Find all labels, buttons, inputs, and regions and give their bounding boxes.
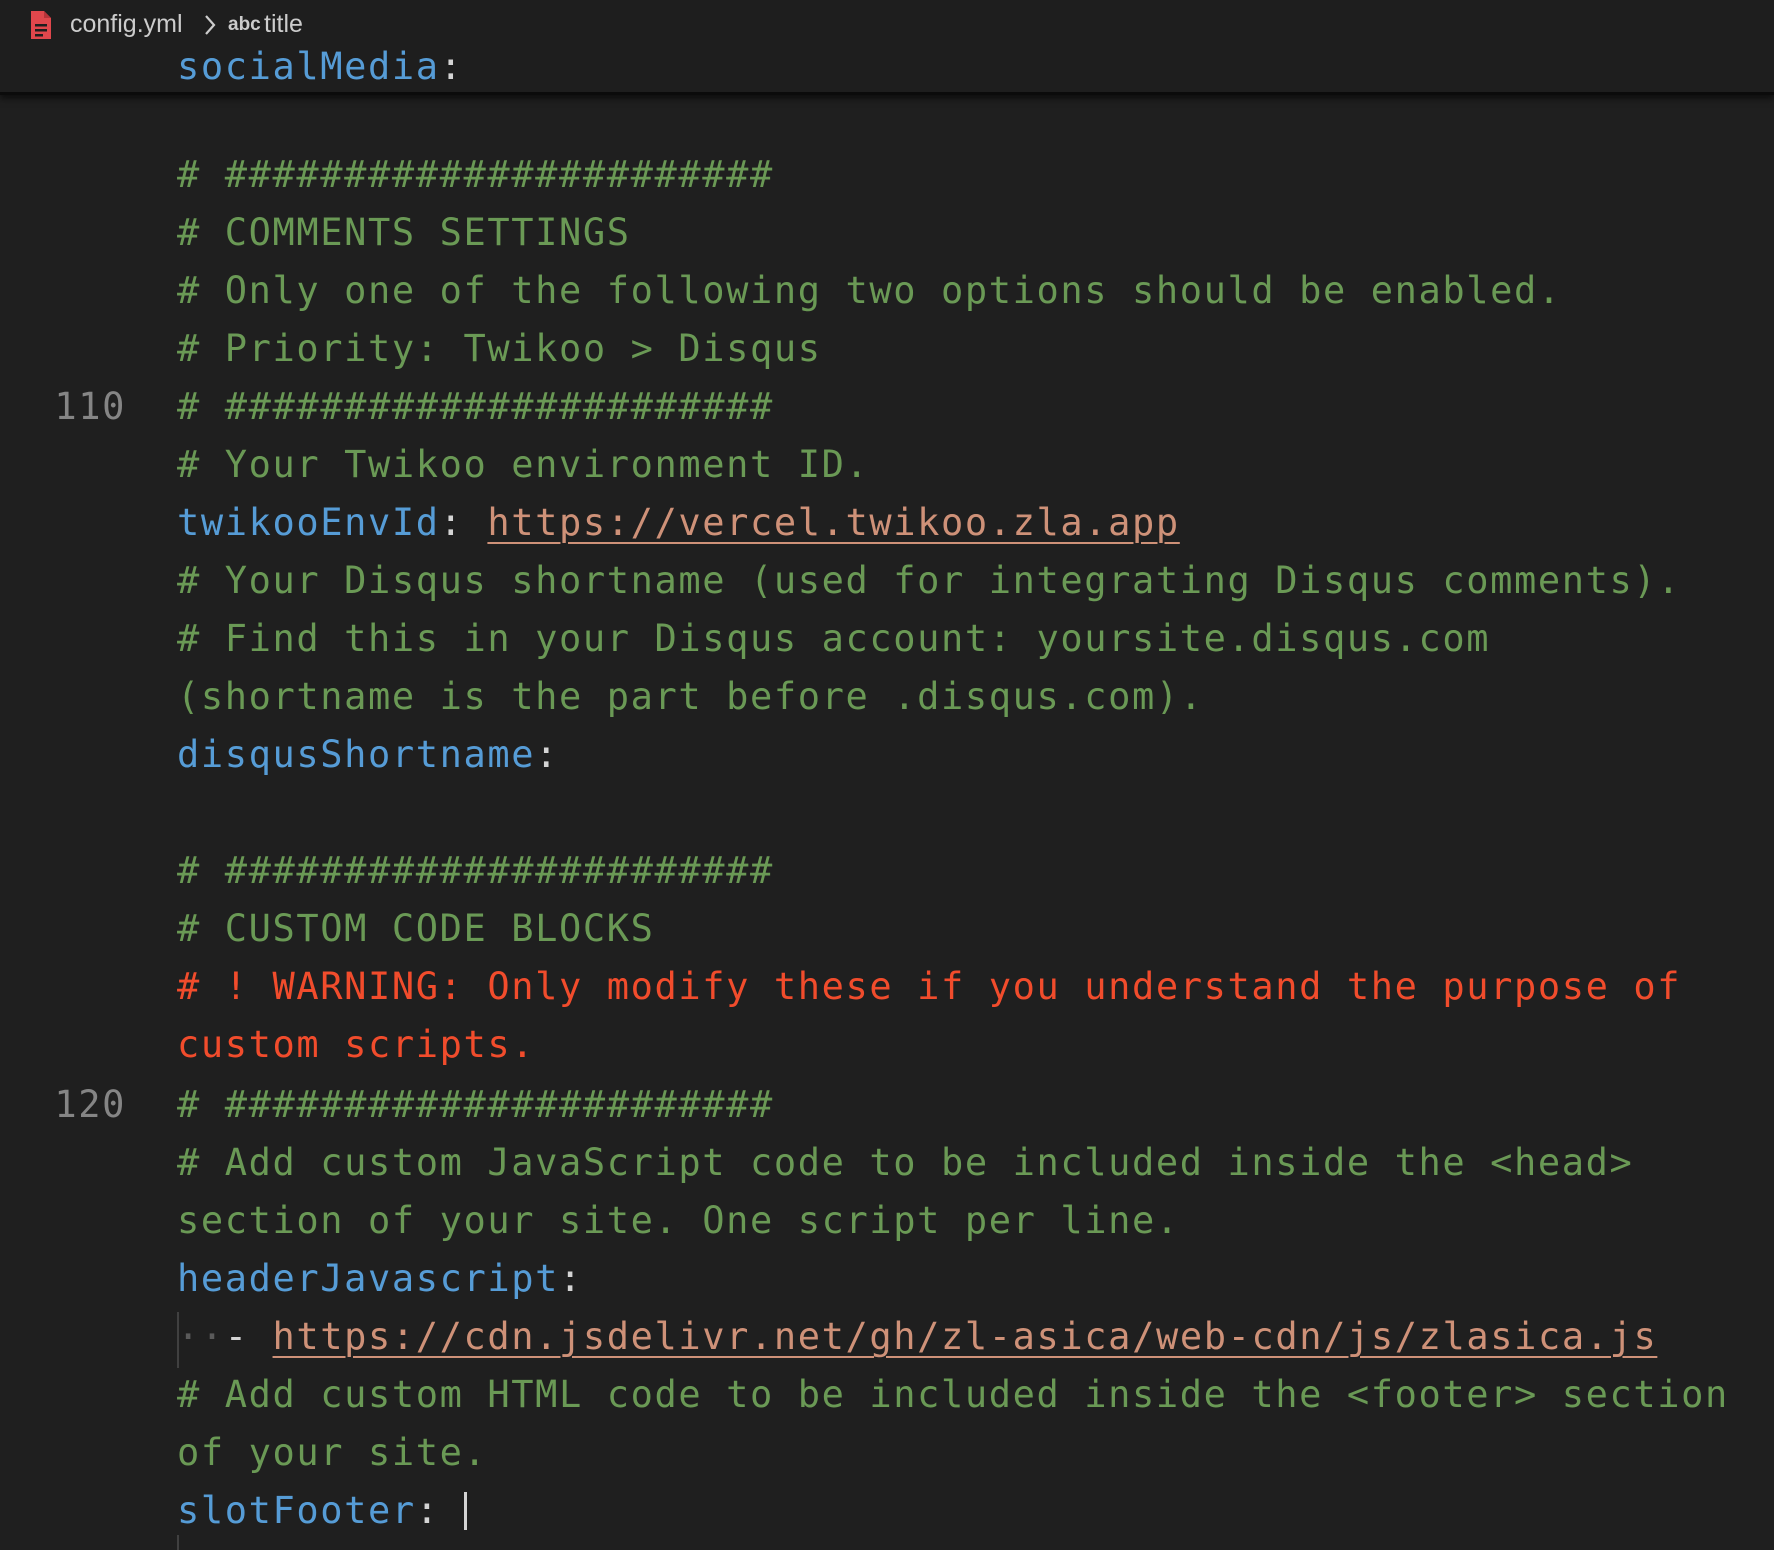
yaml-key: disqusShortname: [177, 733, 536, 776]
code-line-comment[interactable]: # #######################: [177, 382, 774, 432]
code-line-comment[interactable]: # Add custom JavaScript code to be inclu…: [177, 1138, 1633, 1188]
code-line-twikoo[interactable]: twikooEnvId: https://vercel.twikoo.zla.a…: [177, 498, 1180, 548]
code-line-comment-wrap[interactable]: section of your site. One script per lin…: [177, 1196, 1180, 1246]
yaml-colon: :: [439, 501, 488, 544]
indent-guide: [177, 1535, 179, 1550]
code-line-comment[interactable]: # #######################: [177, 150, 774, 200]
yaml-key: slotFooter: [177, 1489, 416, 1532]
yaml-colon: :: [415, 1489, 464, 1532]
code-line-list-item[interactable]: ··- https://cdn.jsdelivr.net/gh/zl-asica…: [177, 1312, 1657, 1362]
yaml-key: headerJavascript: [177, 1257, 560, 1300]
code-line-comment[interactable]: # #######################: [177, 846, 774, 896]
code-line-disqus[interactable]: disqusShortname:: [177, 730, 559, 780]
code-line-comment[interactable]: # Your Disqus shortname (used for integr…: [177, 556, 1681, 606]
code-line-comment[interactable]: # Your Twikoo environment ID.: [177, 440, 869, 490]
code-line-comment-wrap[interactable]: of your site.: [177, 1428, 487, 1478]
whitespace-dots: ··: [177, 1315, 225, 1358]
code-line-warning[interactable]: # ! WARNING: Only modify these if you un…: [177, 962, 1681, 1012]
text-cursor: [463, 1492, 467, 1530]
line-number-120[interactable]: 120: [52, 1080, 126, 1130]
code-line-comment[interactable]: # CUSTOM CODE BLOCKS: [177, 904, 655, 954]
code-line-comment[interactable]: # Find this in your Disqus account: your…: [177, 614, 1490, 664]
yaml-colon: :: [559, 1257, 583, 1300]
breadcrumb: config.yml abc title: [0, 0, 1774, 50]
code-line-comment[interactable]: # #######################: [177, 1080, 774, 1130]
code-line-comment[interactable]: # Priority: Twikoo > Disqus: [177, 324, 822, 374]
chevron-right-icon: [205, 15, 216, 35]
code-line-comment-wrap[interactable]: (shortname is the part before .disqus.co…: [177, 672, 1204, 722]
yaml-file-icon: [31, 11, 51, 39]
code-line-comment[interactable]: # COMMENTS SETTINGS: [177, 208, 631, 258]
yaml-colon: :: [535, 733, 560, 776]
line-number-110[interactable]: 110: [52, 382, 126, 432]
code-line-warning-wrap[interactable]: custom scripts.: [177, 1020, 535, 1070]
code-line-comment[interactable]: # Only one of the following two options …: [177, 266, 1562, 316]
yaml-key: twikooEnvId: [177, 501, 440, 544]
string-symbol-icon: abc: [228, 14, 261, 35]
breadcrumb-symbol[interactable]: title: [264, 10, 303, 39]
code-line-slot-footer[interactable]: slotFooter:: [177, 1486, 467, 1536]
yaml-colon: :: [439, 45, 464, 88]
code-line-comment[interactable]: # Add custom HTML code to be included in…: [177, 1370, 1729, 1420]
code-editor[interactable]: socialMedia: config.yml abc title 110 12…: [0, 0, 1774, 1550]
url-link[interactable]: https://cdn.jsdelivr.net/gh/zl-asica/web…: [273, 1315, 1658, 1358]
breadcrumb-file[interactable]: config.yml: [70, 10, 183, 39]
code-line-header-js[interactable]: headerJavascript:: [177, 1254, 583, 1304]
yaml-key: socialMedia: [177, 45, 440, 88]
yaml-dash: -: [224, 1315, 273, 1358]
url-link[interactable]: https://vercel.twikoo.zla.app: [487, 501, 1179, 544]
